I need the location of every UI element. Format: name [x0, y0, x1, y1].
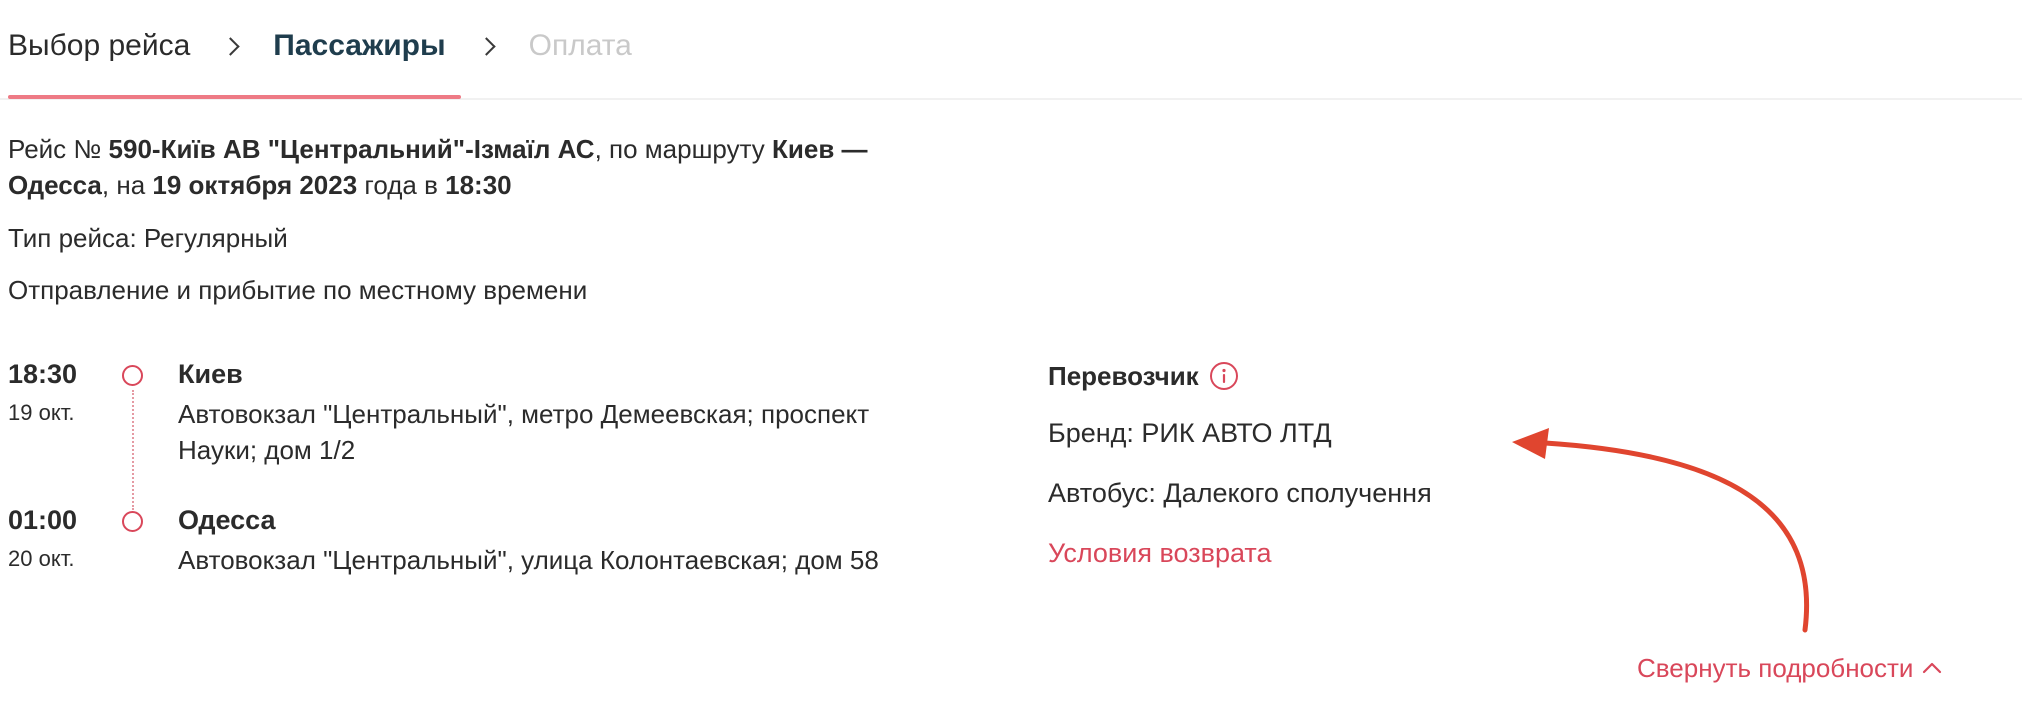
stop-time: 01:00	[8, 505, 78, 535]
route-mid: , по маршруту	[594, 134, 773, 164]
route-prefix: Рейс №	[8, 134, 109, 164]
info-circle-icon[interactable]	[1209, 361, 1239, 391]
stop-date: 20 окт.	[8, 546, 75, 571]
stop-marker-icon	[122, 365, 143, 386]
trip-route-description: Рейс № 590-Київ АВ "Центральний"-Ізмаїл …	[8, 131, 928, 203]
time-mid: года в	[357, 170, 446, 200]
trip-type: Тип рейса: Регулярный	[8, 223, 288, 253]
step-passengers[interactable]: Пассажиры	[273, 29, 445, 63]
stop-date: 19 окт.	[8, 400, 75, 425]
step-payment: Оплата	[528, 29, 632, 62]
trip-date: 19 октября 2023	[152, 170, 358, 200]
trip-time: 18:30	[445, 170, 512, 200]
annotation-arrow	[1512, 428, 1809, 633]
carrier-section-title: Перевозчик	[1048, 358, 1239, 394]
stop-address: Автовокзал "Центральный", улица Колонтае…	[178, 545, 879, 575]
carrier-bus-type: Автобус: Далекого сполучення	[1048, 478, 1432, 508]
carrier-brand: Бренд: РИК АВТО ЛТД	[1048, 418, 1332, 448]
active-step-indicator	[8, 95, 461, 99]
stop-city: Киев	[178, 359, 243, 389]
collapse-details-label: Свернуть подробности	[1637, 653, 1914, 683]
chevron-right-icon	[476, 36, 496, 56]
date-mid: , на	[101, 170, 153, 200]
chevron-up-icon	[1923, 662, 1942, 674]
booking-stepper: Выбор рейса Пассажиры Оплата	[8, 22, 632, 70]
step-flight-selection[interactable]: Выбор рейса	[8, 29, 190, 63]
local-time-note: Отправление и прибытие по местному време…	[8, 275, 588, 305]
route-number: 590-Київ АВ "Центральний"-Ізмаїл АС	[108, 134, 595, 164]
timeline-connector	[132, 390, 134, 510]
chevron-right-icon	[221, 36, 240, 56]
stop-city: Одесса	[178, 505, 276, 535]
stop-marker-icon	[122, 511, 143, 532]
stop-address: Автовокзал "Центральный", метро Демеевск…	[178, 399, 870, 465]
refund-conditions-link[interactable]: Условия возврата	[1048, 535, 1271, 571]
carrier-title-text: Перевозчик	[1048, 361, 1199, 391]
stop-time: 18:30	[8, 359, 78, 389]
collapse-details-button[interactable]: Свернуть подробности	[1637, 650, 1943, 686]
